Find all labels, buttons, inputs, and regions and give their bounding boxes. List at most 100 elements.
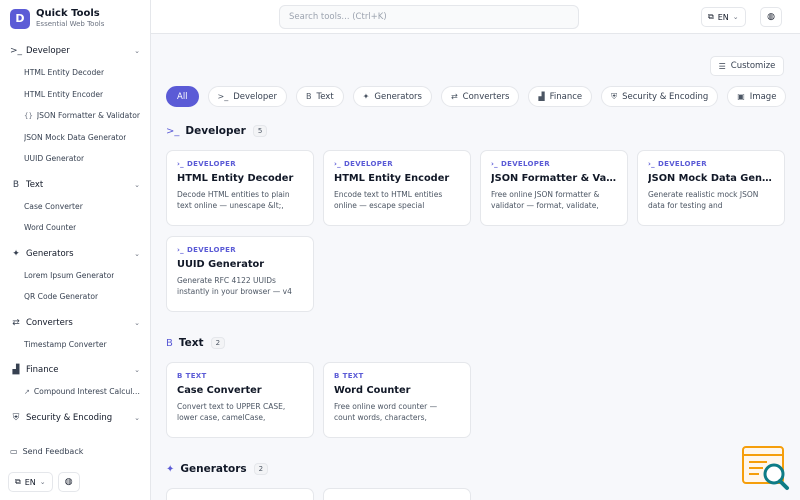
chip-label: Text	[316, 91, 334, 102]
chip-label: Generators	[374, 91, 422, 102]
sidebar-item-html-entity-decoder[interactable]: HTML Entity Decoder	[0, 62, 150, 84]
chart-icon: ▟	[12, 365, 20, 375]
section-count-badge: 2	[210, 337, 226, 349]
terminal-icon: ›_	[177, 246, 184, 254]
chip-label: Security & Encoding	[622, 91, 709, 102]
language-icon: ⧉	[708, 12, 714, 21]
card-description: Generate realistic mock JSON data for te…	[648, 190, 759, 210]
chip-finance[interactable]: ▟ Finance	[528, 86, 593, 107]
section-count-badge: 5	[252, 125, 268, 137]
send-feedback-label: Send Feedback	[22, 447, 84, 456]
palette-icon: ◍	[767, 12, 775, 22]
search-input[interactable]: Search tools... (Ctrl+K)	[279, 5, 579, 29]
card-title: UUID Generator	[177, 259, 265, 270]
sparkles-icon: ✦	[166, 463, 175, 475]
arrows-icon: ⇄	[12, 317, 20, 328]
card-tag: TEXT	[342, 372, 364, 380]
tool-card-json-mock-data[interactable]: ›_DEVELOPER JSON Mock Data Generator Gen…	[637, 150, 785, 226]
sidebar-language-select[interactable]: ⧉ EN ⌄	[8, 472, 53, 492]
sidebar-theme-button[interactable]: ◍	[57, 472, 80, 492]
sidebar-category-generators[interactable]: ✦ Generators ⌄	[0, 243, 150, 265]
card-description: Decode HTML entities to plain text onlin…	[177, 190, 290, 210]
terminal-icon: ›_	[334, 160, 341, 168]
card-tag: DEVELOPER	[501, 160, 550, 168]
sidebar-item-case-converter[interactable]: Case Converter	[0, 196, 150, 218]
chip-label: Converters	[462, 91, 510, 102]
header-theme-button[interactable]: ◍	[760, 7, 782, 27]
chevron-down-icon: ⌄	[732, 13, 739, 21]
chip-label: Developer	[233, 91, 277, 102]
text-icon: B	[177, 372, 183, 380]
chevron-down-icon[interactable]: ⌄	[134, 319, 140, 327]
sidebar-category-text[interactable]: B Text ⌄	[0, 174, 150, 196]
header-language-select[interactable]: ⧉ EN ⌄	[701, 7, 746, 27]
sidebar-category-label: Text	[26, 179, 44, 190]
brand[interactable]: D Quick Tools Essential Web Tools	[10, 8, 104, 29]
chevron-down-icon[interactable]: ⌄	[134, 366, 140, 374]
palette-icon: ◍	[64, 477, 73, 487]
card-description: Convert text to UPPER CASE, lower case, …	[177, 402, 286, 422]
sidebar-item-label: UUID Generator	[24, 154, 85, 164]
tool-card-html-entity-decoder[interactable]: ›_ DEVELOPER HTML Entity Decoder Decode H…	[166, 150, 314, 226]
chip-image[interactable]: ▣ Image	[727, 86, 787, 107]
sidebar-category-label: Converters	[26, 317, 73, 328]
tool-card-partial[interactable]	[166, 488, 314, 500]
braces-icon: {}	[24, 111, 33, 120]
card-title: Word Counter	[334, 385, 411, 396]
chart-icon: ▟	[538, 92, 545, 101]
section-title: Developer	[185, 125, 246, 137]
chip-developer[interactable]: >_ Developer	[207, 86, 287, 107]
language-icon: ⧉	[15, 477, 21, 486]
chevron-down-icon[interactable]: ⌄	[134, 250, 140, 258]
section-header-developer: >_ Developer 5	[166, 125, 268, 137]
sidebar-item-html-entity-encoder[interactable]: HTML Entity Encoder	[0, 84, 150, 106]
tool-card-word-counter[interactable]: B TEXT Word Counter Free online word coun…	[323, 362, 471, 438]
sidebar-category-security[interactable]: ⛨ Security & Encoding ⌄	[0, 407, 150, 429]
tool-card-html-entity-encoder[interactable]: ›_ DEVELOPER HTML Entity Encoder Encode t…	[323, 150, 471, 226]
brand-subtitle: Essential Web Tools	[36, 20, 105, 28]
chevron-down-icon[interactable]: ⌄	[134, 181, 140, 189]
sidebar-item-label: HTML Entity Encoder	[24, 89, 104, 99]
card-title: JSON Mock Data Generator	[648, 173, 774, 184]
sidebar-category-developer[interactable]: >_ Developer ⌄	[0, 40, 150, 62]
search-help-widget-icon[interactable]	[741, 445, 791, 491]
text-icon: B	[166, 337, 173, 349]
chip-label: Image	[749, 91, 777, 102]
chip-label: All	[177, 91, 188, 102]
sidebar-item-json-mock-data[interactable]: JSON Mock Data Generator	[0, 127, 150, 149]
card-tag: DEVELOPER	[344, 160, 393, 168]
sidebar-item-label: HTML Entity Decoder	[24, 68, 105, 78]
terminal-icon: >_	[217, 92, 229, 101]
chevron-down-icon[interactable]: ⌄	[134, 414, 140, 422]
sidebar-item-uuid-generator[interactable]: UUID Generator	[0, 148, 150, 170]
chip-generators[interactable]: ✦ Generators	[352, 86, 432, 107]
image-icon: ▣	[737, 92, 745, 101]
sidebar-item-compound-interest[interactable]: ↗ Compound Interest Calculator	[0, 381, 150, 403]
sidebar-item-timestamp-converter[interactable]: Timestamp Converter	[0, 334, 150, 356]
customize-button[interactable]: ☰ Customize	[710, 56, 784, 76]
sparkles-icon: ✦	[12, 248, 20, 259]
send-feedback-link[interactable]: ▭ Send Feedback	[10, 447, 83, 456]
chip-all[interactable]: All	[166, 86, 199, 107]
sidebar-item-json-formatter[interactable]: {} JSON Formatter & Validator	[0, 105, 150, 127]
tool-card-json-formatter[interactable]: ›_DEVELOPER JSON Formatter & Validator F…	[480, 150, 628, 226]
sidebar-category-finance[interactable]: ▟ Finance ⌄	[0, 359, 150, 381]
sidebar-category-label: Generators	[26, 248, 74, 259]
chip-security-encoding[interactable]: ⛨ Security & Encoding	[601, 86, 719, 107]
chip-converters[interactable]: ⇄ Converters	[440, 86, 520, 107]
card-tag: DEVELOPER	[658, 160, 707, 168]
text-icon: B	[334, 372, 340, 380]
sidebar-category-label: Finance	[26, 365, 59, 375]
tool-card-uuid-generator[interactable]: ›_ DEVELOPER UUID Generator Generate RFC …	[166, 236, 314, 312]
sidebar-item-qr-code[interactable]: QR Code Generator	[0, 286, 150, 308]
sidebar: D Quick Tools Essential Web Tools >_ Dev…	[0, 0, 151, 500]
sidebar-item-word-counter[interactable]: Word Counter	[0, 217, 150, 239]
sidebar-category-label: Developer	[26, 46, 70, 56]
chip-text[interactable]: B Text	[295, 86, 344, 107]
chevron-down-icon[interactable]: ⌄	[134, 47, 140, 55]
tool-card-case-converter[interactable]: B TEXT Case Converter Convert text to UPP…	[166, 362, 314, 438]
tool-card-partial[interactable]	[323, 488, 471, 500]
sidebar-item-lorem-ipsum[interactable]: Lorem Ipsum Generator	[0, 265, 150, 287]
chevron-down-icon: ⌄	[39, 478, 46, 486]
sidebar-category-converters[interactable]: ⇄ Converters ⌄	[0, 312, 150, 334]
